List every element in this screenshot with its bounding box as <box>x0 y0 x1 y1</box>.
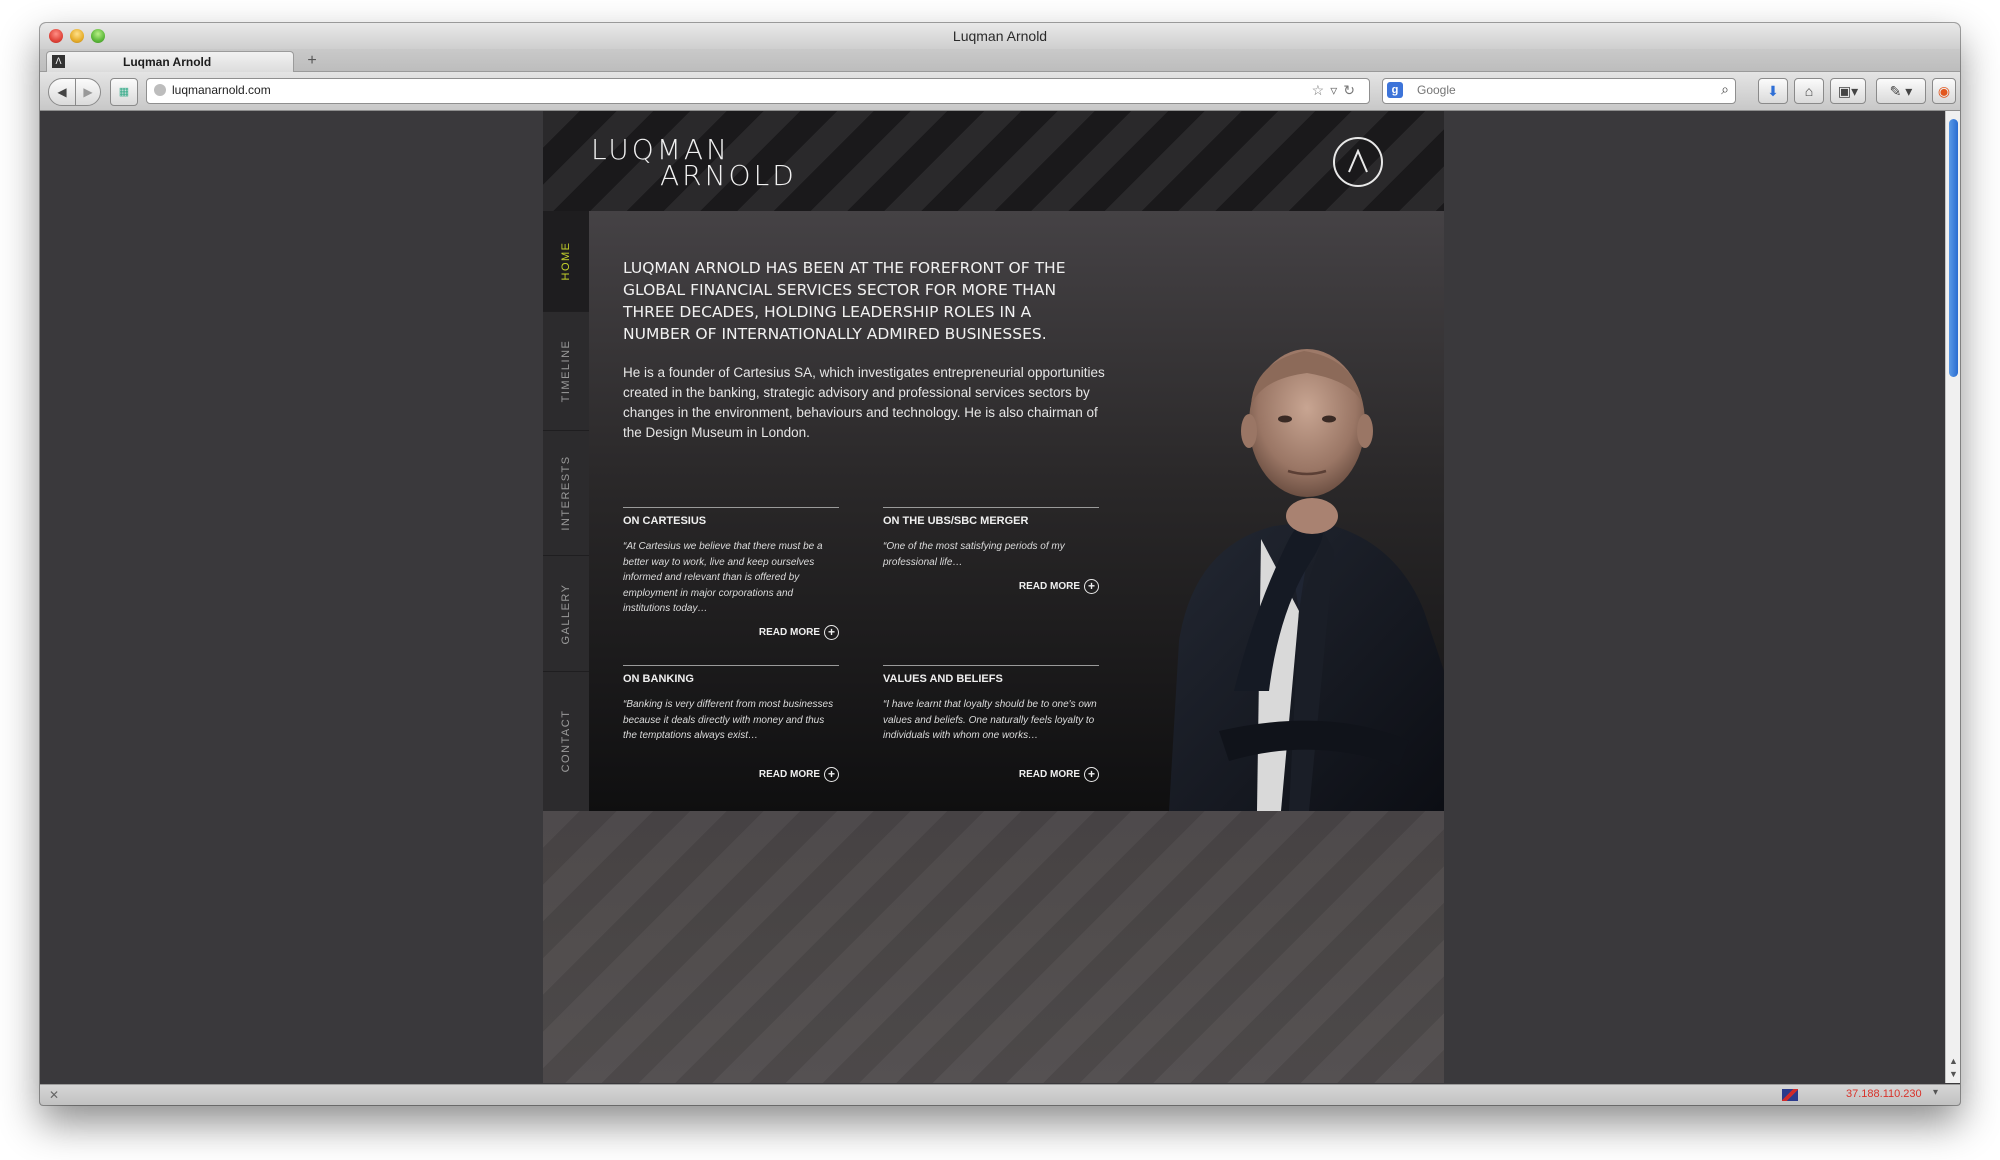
close-window-button[interactable] <box>49 29 63 43</box>
url-actions: ☆▿↻ <box>1312 82 1361 99</box>
forward-button[interactable]: ▶ <box>75 78 101 106</box>
quote-card-banking: ON BANKING “Banking is very different fr… <box>623 665 839 782</box>
scroll-down-arrow-icon[interactable]: ▼ <box>1946 1068 1960 1080</box>
site-favicon-icon: Λ <box>52 55 65 68</box>
quote-title: VALUES AND BELIEFS <box>883 673 1003 685</box>
page-viewport: LUQMAN ARNOLD HOME TIMELINE INTERESTS GA… <box>40 111 1945 1083</box>
read-more-link[interactable]: READ MORE + <box>1019 767 1099 782</box>
read-more-label: READ MORE <box>758 627 820 639</box>
nav-item-home[interactable]: HOME <box>543 211 598 312</box>
read-more-label: READ MORE <box>1018 769 1080 781</box>
home-icon: ⌂ <box>1804 83 1814 99</box>
read-more-link[interactable]: READ MORE + <box>1019 579 1099 594</box>
quote-text: “One of the most satisfying periods of m… <box>883 541 1065 568</box>
plus-circle-icon: + <box>1084 767 1099 782</box>
puzzle-icon: ▣▾ <box>1837 83 1859 99</box>
address-bar[interactable]: luqmanarnold.com ☆▿↻ <box>146 78 1370 104</box>
portrait-photo <box>1169 349 1444 811</box>
dropdown-icon[interactable]: ▿ <box>1330 82 1343 98</box>
addon-button[interactable]: ▣▾ <box>1830 78 1866 104</box>
site-identity-icon[interactable] <box>154 84 166 96</box>
window-title: Luqman Arnold <box>952 28 1048 44</box>
wrench-icon: ✎ ▾ <box>1889 83 1913 99</box>
close-addon-bar-icon[interactable]: ✕ <box>49 1088 59 1102</box>
lambda-logo-icon[interactable] <box>1333 137 1383 187</box>
nav-item-gallery[interactable]: GALLERY <box>543 556 589 672</box>
flag-icon <box>1782 1089 1798 1101</box>
search-bar[interactable]: g ⌕ <box>1382 78 1736 104</box>
ip-address: 37.188.110.230 <box>1846 1088 1922 1100</box>
nav-label: GALLERY <box>560 582 572 645</box>
forward-arrow-icon: ▶ <box>83 85 93 99</box>
website: LUQMAN ARNOLD HOME TIMELINE INTERESTS GA… <box>543 111 1444 1083</box>
tools-button[interactable]: ✎ ▾ <box>1876 78 1926 104</box>
nav-item-interests[interactable]: INTERESTS <box>543 431 589 556</box>
nav-item-timeline[interactable]: TIMELINE <box>543 312 589 431</box>
read-more-label: READ MORE <box>1018 581 1080 593</box>
browser-tab[interactable]: Λ Luqman Arnold <box>46 51 294 72</box>
bookmarks-button[interactable]: ▦ <box>110 78 138 106</box>
logo-text-last[interactable]: ARNOLD <box>660 159 797 192</box>
grid-icon: ▦ <box>118 86 130 98</box>
side-navigation: HOME TIMELINE INTERESTS GALLERY CONTACT <box>543 211 598 811</box>
footer-pattern <box>543 811 1444 1083</box>
quote-card-values: VALUES AND BELIEFS “I have learnt that l… <box>883 665 1099 782</box>
firefox-icon: ◉ <box>1937 83 1951 99</box>
home-button[interactable]: ⌂ <box>1794 78 1824 104</box>
plus-circle-icon: + <box>824 625 839 640</box>
downloads-button[interactable]: ⬇ <box>1758 78 1788 104</box>
firefox-menu-button[interactable]: ◉ <box>1932 78 1956 104</box>
nav-item-contact[interactable]: CONTACT <box>543 672 589 810</box>
zoom-window-button[interactable] <box>91 29 105 43</box>
search-input[interactable] <box>1417 82 1687 98</box>
tab-bar: Λ Luqman Arnold + <box>40 49 1960 72</box>
home-content: LUQMAN ARNOLD HAS BEEN AT THE FOREFRONT … <box>589 211 1444 811</box>
site-header: LUQMAN ARNOLD <box>543 111 1444 211</box>
scroll-thumb[interactable] <box>1949 119 1958 377</box>
read-more-link[interactable]: READ MORE + <box>759 767 839 782</box>
quote-title: ON THE UBS/SBC MERGER <box>883 515 1029 527</box>
download-arrow-icon: ⬇ <box>1767 83 1779 99</box>
quote-text: “Banking is very different from most bus… <box>623 699 834 741</box>
nav-label: HOME <box>560 241 572 281</box>
quote-title: ON BANKING <box>623 673 694 685</box>
magnifier-icon[interactable]: ⌕ <box>1721 81 1729 98</box>
intro-paragraph: He is a founder of Cartesius SA, which i… <box>623 365 1105 440</box>
scroll-up-arrow-icon[interactable]: ▲ <box>1946 1055 1960 1067</box>
tab-title: Luqman Arnold <box>123 55 212 69</box>
google-icon[interactable]: g <box>1387 82 1403 98</box>
back-arrow-icon: ◀ <box>57 85 67 99</box>
status-bar: ✕ 37.188.110.230 ▾ <box>40 1084 1960 1105</box>
bookmark-star-icon[interactable]: ☆ <box>1312 82 1331 98</box>
intro-heading: LUQMAN ARNOLD HAS BEEN AT THE FOREFRONT … <box>623 259 1066 343</box>
status-dropdown-icon[interactable]: ▾ <box>1933 1087 1938 1098</box>
title-bar: Luqman Arnold <box>40 23 1960 49</box>
nav-label: CONTACT <box>560 709 572 773</box>
minimize-window-button[interactable] <box>70 29 84 43</box>
plus-circle-icon: + <box>824 767 839 782</box>
browser-window: Luqman Arnold Λ Luqman Arnold + ◀ ▶ ▦ lu… <box>40 23 1960 1105</box>
plus-circle-icon: + <box>1084 579 1099 594</box>
back-button[interactable]: ◀ <box>48 78 76 106</box>
quote-text: “I have learnt that loyalty should be to… <box>883 699 1097 741</box>
read-more-label: READ MORE <box>758 769 820 781</box>
new-tab-button[interactable]: + <box>298 52 326 70</box>
read-more-link[interactable]: READ MORE + <box>759 625 839 640</box>
reload-icon[interactable]: ↻ <box>1343 82 1361 98</box>
navigation-toolbar: ◀ ▶ ▦ luqmanarnold.com ☆▿↻ g ⌕ ⬇ ⌂ ▣▾ ✎ … <box>40 72 1960 111</box>
quote-text: “At Cartesius we believe that there must… <box>623 541 823 614</box>
quote-card-cartesius: ON CARTESIUS “At Cartesius we believe th… <box>623 507 839 640</box>
quote-card-ubs-merger: ON THE UBS/SBC MERGER “One of the most s… <box>883 507 1099 594</box>
vertical-scrollbar[interactable]: ▲ ▼ <box>1945 111 1960 1083</box>
url-text[interactable]: luqmanarnold.com <box>172 83 271 97</box>
nav-label: INTERESTS <box>560 455 572 531</box>
quote-title: ON CARTESIUS <box>623 515 707 527</box>
nav-label: TIMELINE <box>560 339 572 403</box>
